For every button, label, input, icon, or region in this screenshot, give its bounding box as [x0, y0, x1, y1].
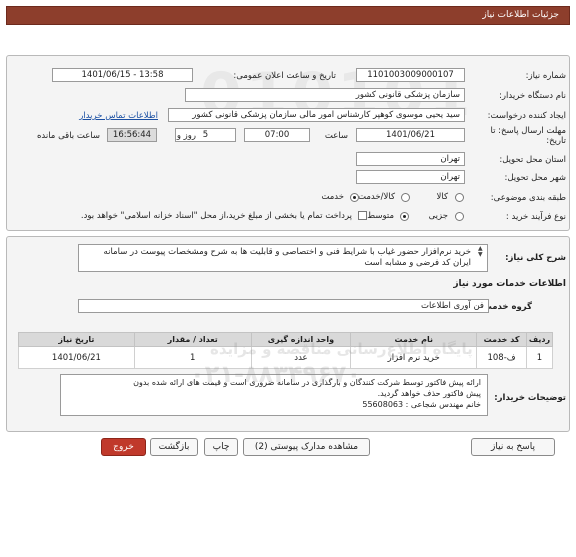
buyer-notes-label: توضیحات خریدار: [494, 393, 566, 403]
remaining-time-label: ساعت باقی مانده [36, 131, 100, 141]
province-label: استان محل تحویل: [499, 155, 566, 165]
remaining-time-field: 16:56:44 [107, 128, 157, 142]
category-radio-goods[interactable] [455, 193, 464, 202]
requester-field: سید یحیی موسوی کوهپر کارشناس امور مالی س… [168, 108, 465, 122]
col-row-number: ردیف [526, 332, 553, 347]
deadline-label-text: مهلت ارسال پاسخ: تا تاریخ: [490, 126, 566, 146]
deadline-date-field: 1401/06/21 [356, 128, 465, 142]
deadline-time-label: ساعت [324, 131, 348, 141]
process-medium-label: متوسط [367, 211, 394, 221]
buyer-notes-line2: پیش فاکتور حذف خواهد گردید. [377, 389, 481, 398]
cell-need-date: 1401/06/21 [18, 346, 135, 369]
announce-datetime-label: تاریخ و ساعت اعلان عمومی: [233, 71, 336, 81]
need-summary-label: شرح کلی نیاز: [505, 253, 566, 263]
view-attachments-button[interactable]: مشاهده مدارک پیوستی (2) [243, 438, 370, 456]
watermark-tagline: پایگاه اطلاع‌رسانی مناقصه و مزایده [210, 340, 473, 358]
service-group-field: فن آوری اطلاعات [78, 299, 489, 313]
process-radio-medium[interactable] [400, 212, 409, 221]
city-field: تهران [356, 170, 465, 184]
need-summary-box: خرید نرم‌افزار حضور غیاب با شرایط فنی و … [78, 244, 488, 272]
exit-button[interactable]: خروج [101, 438, 146, 456]
cell-service-code: ف-108 [476, 346, 528, 369]
buyer-org-label: نام دستگاه خریدار: [499, 91, 566, 101]
requester-label: ایجاد کننده درخواست: [487, 111, 566, 121]
col-need-date: تاریخ نیاز [18, 332, 135, 347]
buyer-notes-line3: خانم مهندس شجاعی : 55608063 [362, 400, 481, 409]
process-minor-label: جزیی [428, 211, 448, 221]
col-service-code: کد خدمت [476, 332, 528, 347]
need-summary-text: خرید نرم‌افزار حضور غیاب با شرایط فنی و … [103, 247, 471, 268]
cell-row-number: 1 [526, 346, 553, 369]
purchase-process-label: نوع فرآیند خرید : [505, 212, 566, 222]
page-header: جزئیات اطلاعات نیاز [6, 6, 570, 25]
deadline-label: مهلت ارسال پاسخ: تا تاریخ: [480, 126, 566, 146]
need-number-label: شماره نیاز: [525, 71, 566, 81]
announce-datetime-field: 1401/06/15 - 13:58 [52, 68, 193, 82]
services-section-title: اطلاعات خدمات مورد نیاز [453, 279, 566, 289]
category-goods-service-label: کالا/خدمت [358, 192, 395, 202]
buyer-contact-link[interactable]: اطلاعات تماس خریدار [79, 111, 158, 121]
process-radio-minor[interactable] [455, 212, 464, 221]
category-radio-service[interactable] [350, 193, 359, 202]
scroll-arrows-icon[interactable]: ▲ ▼ [478, 246, 483, 258]
treasury-payment-checkbox[interactable] [358, 211, 367, 220]
category-goods-label: کالا [436, 192, 448, 202]
category-service-label: خدمت [321, 192, 344, 202]
reply-button[interactable]: پاسخ به نیاز [471, 438, 555, 456]
category-label: طبقه بندی موضوعی: [490, 193, 566, 203]
back-button[interactable]: بازگشت [150, 438, 198, 456]
province-field: تهران [356, 152, 465, 166]
need-number-field: 1101003009000107 [356, 68, 465, 82]
city-label: شهر محل تحویل: [504, 173, 566, 183]
watermark-phone: ۰۲۱-۸۸۳۴۹۶۷۰ [190, 360, 362, 388]
treasury-payment-note: پرداخت تمام یا بخشی از مبلغ خرید،از محل … [80, 211, 352, 221]
deadline-time-field: 07:00 [244, 128, 310, 142]
buyer-org-field: سازمان پزشکی قانونی کشور [185, 88, 465, 102]
deadline-days-label: روز و [176, 131, 196, 141]
print-button[interactable]: چاپ [204, 438, 238, 456]
page-title: جزئیات اطلاعات نیاز [482, 10, 559, 20]
category-radio-goods-service[interactable] [401, 193, 410, 202]
